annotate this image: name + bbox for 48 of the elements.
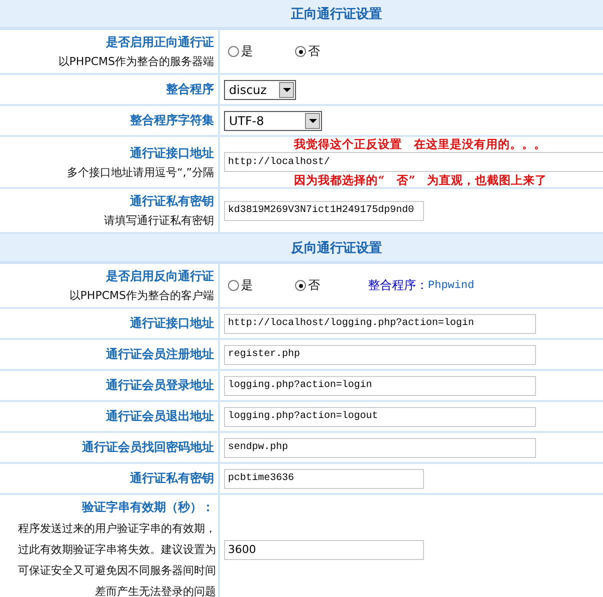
radio-button[interactable] <box>228 46 239 57</box>
field-label: 是否启用正向通行证 <box>106 34 214 51</box>
field-label: 通行证会员注册地址 <box>106 346 214 363</box>
option-label: 否 <box>308 43 320 60</box>
field-label: 整合程序字符集 <box>130 112 214 129</box>
field-hint: 多个接口地址请用逗号“,”分隔 <box>67 164 214 180</box>
field-label: 整合程序 <box>166 81 214 98</box>
integration-value: Phpwind <box>428 280 474 292</box>
input-field[interactable]: register.php <box>224 344 536 364</box>
field-label: 验证字串有效期（秒）： <box>82 499 214 516</box>
input-field[interactable]: http://localhost/ <box>224 152 603 172</box>
annotation-text: 我觉得这个正反设置 在这里是没有用的。。。 <box>294 137 547 151</box>
radio-button[interactable] <box>228 280 239 291</box>
field-label: 通行证私有密钥 <box>130 470 214 487</box>
input-field[interactable]: kd3819M269V3N7ict1H249175dp9nd0 <box>224 200 424 220</box>
input-field[interactable]: logging.php?action=logout <box>224 406 536 426</box>
field-hint: 请填写通行证私有密钥 <box>104 213 214 228</box>
annotation-text: 因为我都选择的“ 否” 为直观，也截图上来了 <box>294 173 548 187</box>
field-label: 通行证接口地址 <box>130 315 214 332</box>
input-field[interactable]: logging.php?action=login <box>224 376 536 396</box>
field-hint: 过此有效期验证字串将失效。建议设置为 <box>18 542 216 558</box>
field-label: 通行证接口地址 <box>130 144 214 162</box>
option-label: 否 <box>308 277 320 294</box>
radio-button[interactable] <box>295 46 306 57</box>
field-label: 通行证会员登录地址 <box>106 377 214 394</box>
integration-label: 整合程序： <box>368 277 428 294</box>
input-field[interactable]: pcbtime3636 <box>224 468 424 488</box>
field-label: 通行证会员找回密码地址 <box>82 439 214 456</box>
field-label: 通行证会员退出地址 <box>106 408 214 425</box>
caret-icon <box>305 112 320 128</box>
field-hint: 可保证安全又可避免因不同服务器间时间 <box>18 563 216 579</box>
option-label: 是 <box>241 277 253 294</box>
section-title: 反向通行证设置 <box>291 240 382 256</box>
dropdown[interactable]: UTF-8 <box>224 110 322 130</box>
input-field[interactable]: 3600 <box>224 540 424 560</box>
input-field[interactable]: http://localhost/logging.php?action=login <box>224 314 536 334</box>
caret-icon <box>279 82 294 98</box>
radio-button[interactable] <box>295 280 306 291</box>
field-hint: 程序发送过来的用户验证字串的有效期， <box>18 521 216 537</box>
field-hint: 差而产生无法登录的问题 <box>95 584 216 597</box>
option-label: 是 <box>241 43 253 60</box>
field-hint: 以PHPCMS作为整合的服务器端 <box>58 54 214 69</box>
section-title: 正向通行证设置 <box>291 6 382 22</box>
field-label: 是否启用反向通行证 <box>106 268 214 285</box>
field-label: 通行证私有密钥 <box>130 193 214 210</box>
dropdown[interactable]: discuz <box>224 80 296 100</box>
field-hint: 以PHPCMS作为整合的客户端 <box>69 288 214 303</box>
input-field[interactable]: sendpw.php <box>224 438 536 458</box>
